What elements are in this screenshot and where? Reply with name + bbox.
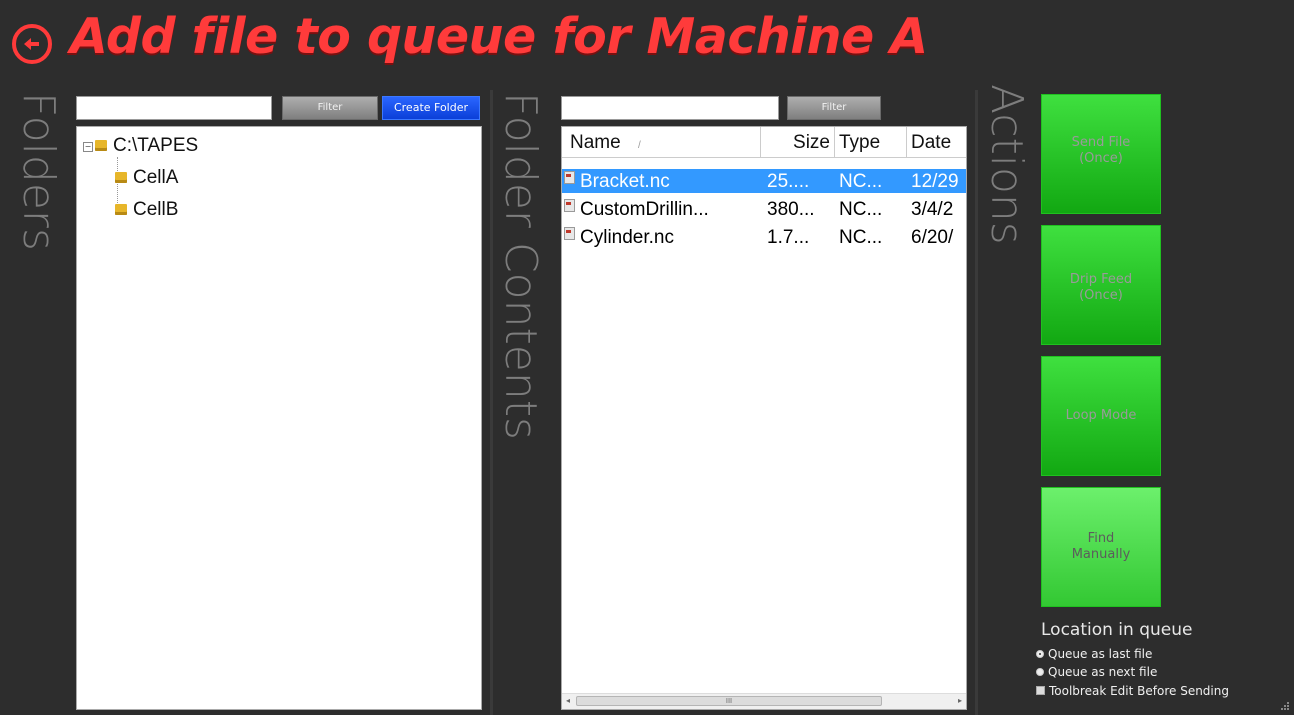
column-header-name[interactable]: Name / — [562, 127, 761, 157]
file-type: NC... — [839, 199, 883, 220]
folder-filter-input[interactable] — [76, 96, 272, 120]
scroll-left-icon[interactable]: ◂ — [566, 696, 570, 705]
radio-selected-icon[interactable] — [1036, 650, 1044, 658]
option-label: Queue as next file — [1048, 665, 1158, 679]
folder-filter-button[interactable]: Filter — [282, 96, 378, 120]
folder-contents-section-label: Folder Contents — [495, 92, 546, 440]
back-arrow-icon — [24, 38, 39, 50]
file-name: CustomDrillin... — [580, 199, 709, 220]
file-size: 1.7... — [767, 227, 810, 248]
tree-item-cellb[interactable]: CellB — [115, 199, 178, 221]
tree-root-tapes[interactable]: C:\TAPES — [95, 135, 198, 157]
loop-mode-button[interactable]: Loop Mode — [1041, 356, 1161, 476]
toolbreak-edit-option[interactable]: Toolbreak Edit Before Sending — [1036, 684, 1229, 698]
nc-file-icon — [564, 171, 575, 184]
collapse-icon[interactable]: − — [83, 142, 93, 152]
sort-icon: / — [637, 140, 641, 151]
title-bar: Add file to queue for Machine A — [0, 0, 1294, 90]
option-label: Queue as last file — [1048, 647, 1153, 661]
column-label: Name — [570, 132, 621, 153]
column-label: Date — [911, 132, 952, 153]
option-label: Toolbreak Edit Before Sending — [1049, 684, 1229, 698]
file-size: 380... — [767, 199, 815, 220]
resize-grip-icon[interactable] — [1280, 701, 1290, 711]
file-size: 25.... — [767, 171, 810, 192]
file-type: NC... — [839, 227, 883, 248]
queue-next-option[interactable]: Queue as next file — [1036, 665, 1157, 679]
file-name: Bracket.nc — [580, 171, 670, 192]
tree-item-cella[interactable]: CellA — [115, 167, 178, 189]
column-header-type[interactable]: Type — [835, 127, 907, 157]
checkbox-icon[interactable] — [1036, 686, 1045, 695]
list-header: Name / Size Type Date — [562, 127, 966, 158]
folder-tree[interactable]: − C:\TAPES CellA CellB — [76, 126, 482, 710]
folders-section-label: Folders — [13, 92, 64, 251]
find-manually-button[interactable]: Find Manually — [1041, 487, 1161, 607]
horizontal-scrollbar[interactable]: ◂ III ▸ — [562, 693, 966, 709]
section-divider — [490, 90, 493, 715]
page-title: Add file to queue for Machine A — [70, 8, 928, 65]
file-list[interactable]: Name / Size Type Date Bracket.nc 25.... … — [561, 126, 967, 710]
column-label: Size — [793, 132, 830, 153]
tree-node-label: CellA — [133, 167, 179, 188]
location-in-queue-heading: Location in queue — [1041, 620, 1193, 640]
table-row[interactable]: CustomDrillin... 380... NC... 3/4/2 — [562, 197, 966, 221]
column-header-date[interactable]: Date — [907, 127, 966, 157]
file-date: 12/29 — [911, 171, 959, 192]
column-label: Type — [839, 132, 881, 153]
table-row[interactable]: Bracket.nc 25.... NC... 12/29 — [562, 169, 966, 193]
file-date: 6/20/ — [911, 227, 954, 248]
column-header-size[interactable]: Size — [761, 127, 835, 157]
actions-section-label: Actions — [981, 84, 1032, 245]
file-filter-input[interactable] — [561, 96, 779, 120]
back-button[interactable] — [12, 24, 52, 64]
folder-icon — [115, 204, 127, 215]
scroll-thumb[interactable]: III — [576, 696, 882, 706]
file-filter-button[interactable]: Filter — [787, 96, 881, 120]
tree-node-label: CellB — [133, 199, 179, 220]
section-divider — [975, 90, 978, 715]
drip-feed-button[interactable]: Drip Feed (Once) — [1041, 225, 1161, 345]
file-date: 3/4/2 — [911, 199, 954, 220]
file-type: NC... — [839, 171, 883, 192]
send-file-button[interactable]: Send File (Once) — [1041, 94, 1161, 214]
folder-icon — [95, 140, 107, 151]
queue-last-option[interactable]: Queue as last file — [1036, 647, 1152, 661]
radio-icon[interactable] — [1036, 668, 1044, 676]
scroll-right-icon[interactable]: ▸ — [958, 696, 962, 705]
folder-icon — [115, 172, 127, 183]
file-name: Cylinder.nc — [580, 227, 674, 248]
nc-file-icon — [564, 227, 575, 240]
table-row[interactable]: Cylinder.nc 1.7... NC... 6/20/ — [562, 225, 966, 249]
tree-node-label: C:\TAPES — [113, 135, 199, 156]
nc-file-icon — [564, 199, 575, 212]
create-folder-button[interactable]: Create Folder — [382, 96, 480, 120]
